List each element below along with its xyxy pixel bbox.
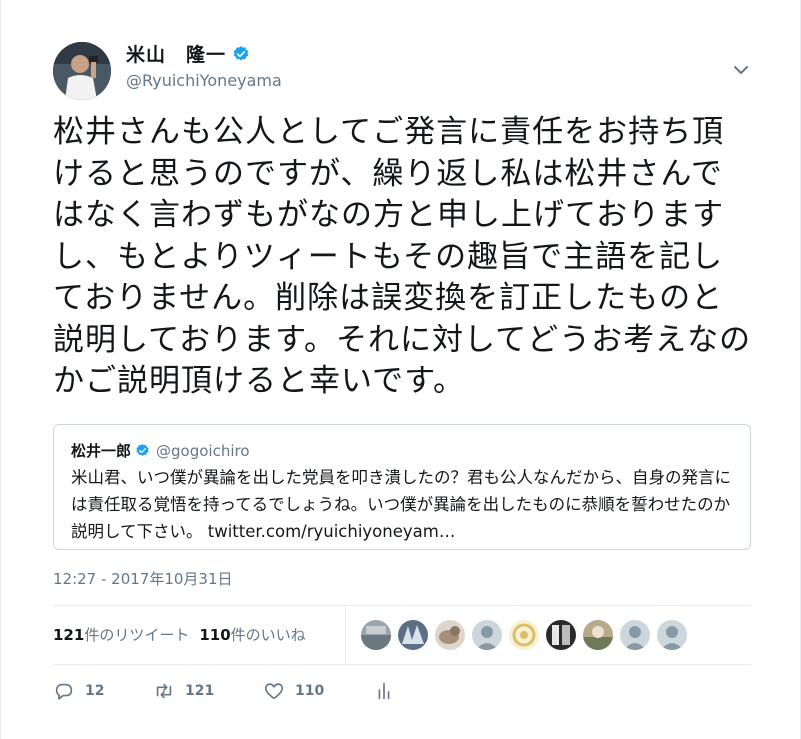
quoted-display-name: 松井一郎: [71, 442, 132, 460]
author-display-name[interactable]: 米山 隆一: [126, 40, 226, 67]
liker-avatar[interactable]: [435, 620, 465, 650]
tweet-card: 米山 隆一 @RyuichiYoneyama 松井さんも公人としてご発言に責任を…: [0, 0, 801, 739]
like-count: 110: [295, 683, 325, 699]
liker-avatar[interactable]: [583, 620, 613, 650]
quoted-tweet[interactable]: 松井一郎 @gogoichiro 米山君、いつ僕が異論を出した党員を叩き潰したの…: [53, 424, 751, 550]
author-avatar[interactable]: [53, 42, 111, 100]
retweets-stat-count: 121: [53, 626, 85, 644]
quoted-tweet-text: 米山君、いつ僕が異論を出した党員を叩き潰したの？君も公人なんだから、自身の発言に…: [71, 468, 731, 541]
liker-avatars: [361, 620, 694, 650]
liker-avatar[interactable]: [620, 620, 650, 650]
likes-stat[interactable]: 110件のいいね: [199, 624, 305, 645]
reply-count: 12: [85, 683, 105, 699]
divider: [53, 664, 751, 665]
divider: [53, 605, 751, 606]
likes-stat-label: 件のいいね: [230, 626, 306, 644]
author-handle[interactable]: @RyuichiYoneyama: [126, 71, 282, 90]
reply-icon: [55, 683, 73, 700]
retweets-stat[interactable]: 121件のリツイート: [53, 624, 189, 645]
analytics-icon: [378, 682, 390, 700]
tweet-text: 松井さんも公人としてご発言に責任をお持ち頂けると思うのですが、繰り返し私は松井さ…: [53, 114, 752, 399]
heart-icon: [264, 683, 284, 700]
author-name-row: 米山 隆一: [126, 40, 250, 67]
liker-avatar[interactable]: [509, 620, 539, 650]
liker-avatar[interactable]: [361, 620, 391, 650]
like-button[interactable]: 110: [263, 680, 373, 702]
liker-avatar[interactable]: [398, 620, 428, 650]
tweet-actions: 12 121 110: [53, 680, 395, 702]
quoted-tweet-header: 松井一郎 @gogoichiro: [71, 440, 250, 461]
reply-button[interactable]: 12: [53, 680, 153, 702]
retweet-icon: [156, 683, 172, 699]
liker-avatar[interactable]: [657, 620, 687, 650]
retweet-count: 121: [185, 683, 215, 699]
verified-badge-icon: [233, 45, 249, 61]
chevron-down-icon[interactable]: [729, 60, 753, 80]
retweet-button[interactable]: 121: [153, 680, 263, 702]
verified-badge-icon: [136, 443, 149, 456]
tweet-stats: 121件のリツイート 110件のいいね: [53, 624, 306, 645]
liker-avatar[interactable]: [472, 620, 502, 650]
stats-divider: [345, 606, 346, 664]
quoted-handle: @gogoichiro: [156, 441, 250, 460]
tweet-timestamp[interactable]: 12:27 - 2017年10月31日: [53, 568, 233, 589]
liker-avatar[interactable]: [546, 620, 576, 650]
likes-stat-count: 110: [199, 626, 231, 644]
analytics-button[interactable]: [373, 680, 395, 702]
retweets-stat-label: 件のリツイート: [84, 626, 190, 644]
